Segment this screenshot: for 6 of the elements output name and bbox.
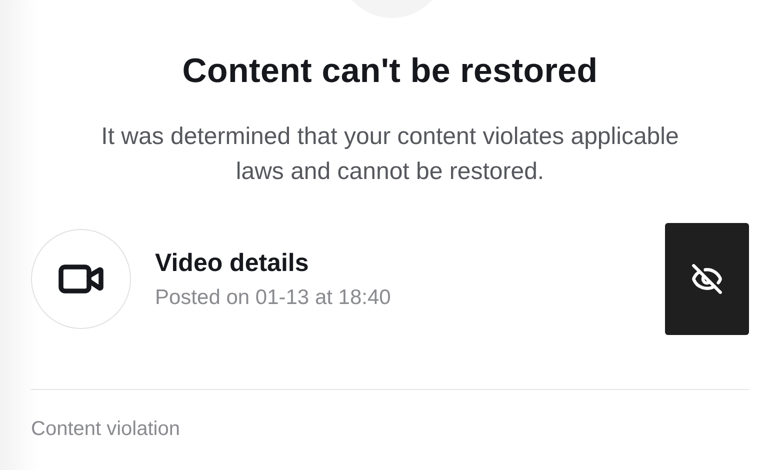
- section-label: Content violation: [31, 418, 180, 441]
- posted-date: Posted on 01-13 at 18:40: [155, 286, 392, 310]
- eye-off-icon: [691, 263, 723, 295]
- video-title: Video details: [155, 248, 310, 278]
- dialog-title: Content can't be restored: [182, 52, 598, 91]
- description-text: It was determined that your content violates applicable laws and cannot be restored.: [100, 122, 680, 187]
